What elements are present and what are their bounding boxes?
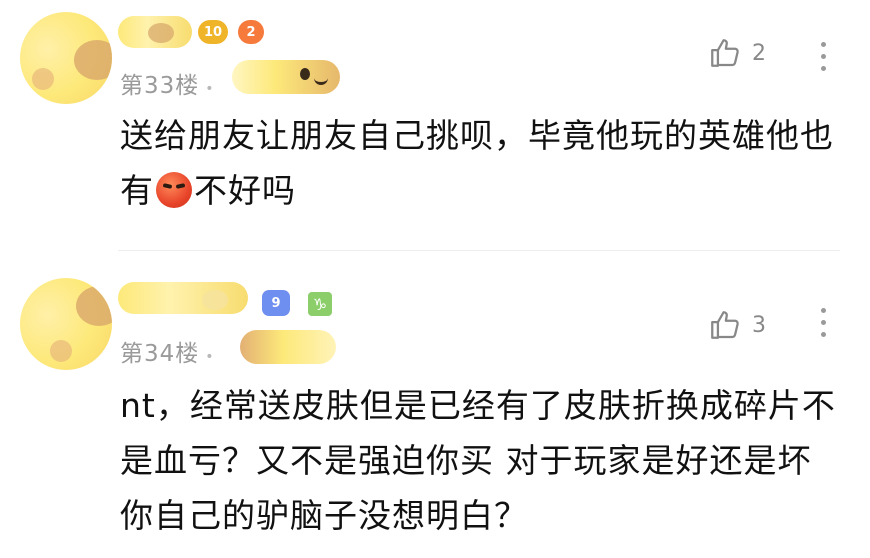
avatar[interactable] [20,12,112,104]
floor-number: 第34楼 • [120,341,215,367]
comment-text: 送给朋友让朋友自己挑呗，毕竟他玩的英雄他也 有不好吗 [120,116,834,210]
thumbs-up-icon [711,311,739,339]
comment-text: nt，经常送皮肤但是已经有了皮肤折换成碎片不 是血亏？又不是强迫你买 对于玩家是… [120,386,836,535]
like-button[interactable]: 2 [708,36,766,70]
level-badge: 10 [198,20,228,44]
more-options-icon[interactable] [818,42,828,71]
thumbs-up-icon [711,39,739,67]
username-blurred[interactable] [118,16,192,48]
ip-location-blurred [232,60,340,94]
more-options-icon[interactable] [818,308,828,337]
comment-33: 10 2 第33楼 • 2 送给朋友让朋友自己挑呗，毕竟他玩的英雄他也 有不好吗 [0,0,870,250]
capricorn-badge-icon: ♑ [308,292,332,316]
username-blurred[interactable] [118,282,248,314]
gamepad-badge-icon: 2 [238,20,264,44]
like-count: 2 [752,40,766,66]
floor-number: 第33楼 • [120,73,215,99]
avatar[interactable] [20,278,112,370]
comment-divider [118,250,840,251]
like-button[interactable]: 3 [708,308,766,342]
ip-location-blurred [240,330,336,364]
level-badge: 9 [262,290,290,316]
angry-face-emoji-icon [156,172,192,208]
like-count: 3 [752,312,766,338]
comment-34: 9 ♑ 第34楼 • 3 nt，经常送皮肤但是已经有了皮肤折换成碎片不 是血亏？又… [0,262,870,558]
